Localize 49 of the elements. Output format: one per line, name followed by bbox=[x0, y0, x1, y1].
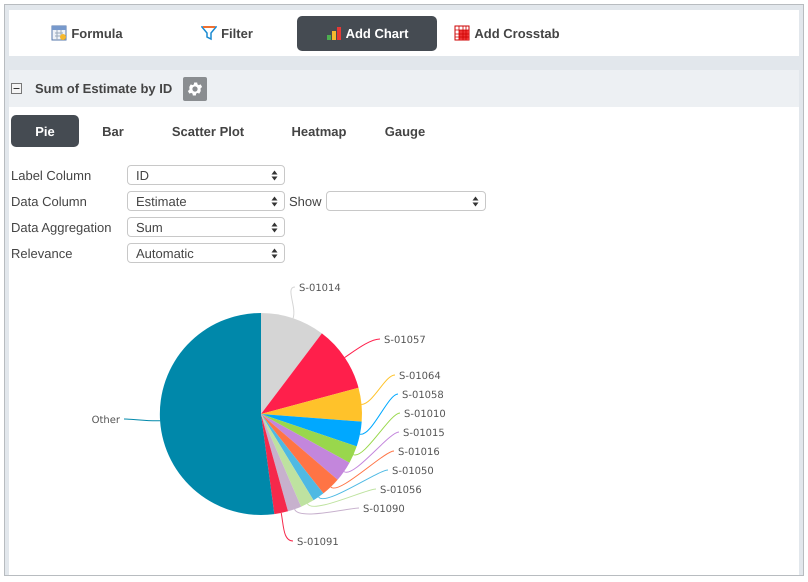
data-label: S-01091 bbox=[297, 537, 339, 548]
field-label: Data Column bbox=[11, 194, 88, 208]
chart-type-tab[interactable]: Scatter Plot bbox=[147, 115, 269, 147]
data-label: S-01010 bbox=[404, 409, 446, 420]
data-label: S-01056 bbox=[380, 485, 422, 496]
stepper-arrows-icon bbox=[472, 196, 479, 206]
select-field[interactable]: Estimate bbox=[127, 191, 285, 211]
toolbar-button[interactable]: Filter bbox=[157, 16, 297, 50]
field-label: Data Aggregation bbox=[11, 220, 112, 234]
calculator-icon bbox=[51, 25, 68, 41]
leader-line bbox=[344, 338, 380, 358]
data-label: Other bbox=[92, 415, 120, 426]
select-field[interactable]: ID bbox=[127, 165, 285, 185]
data-label: S-01058 bbox=[402, 390, 444, 401]
collapse-toggle[interactable] bbox=[11, 83, 22, 94]
leader-line bbox=[124, 418, 161, 422]
bar-chart-icon bbox=[326, 25, 342, 41]
chart-type-tab[interactable]: Gauge bbox=[369, 115, 441, 147]
toolbar-button[interactable]: Formula bbox=[17, 16, 157, 50]
data-label: S-01057 bbox=[384, 335, 426, 346]
data-label: S-01064 bbox=[399, 371, 441, 382]
chart-type-tab[interactable]: Pie bbox=[11, 115, 79, 147]
select-field[interactable] bbox=[326, 191, 486, 211]
leader-line bbox=[361, 374, 396, 405]
grid-icon bbox=[454, 25, 470, 41]
field-label: Label Column bbox=[11, 168, 92, 182]
stepper-arrows-icon bbox=[271, 248, 278, 258]
stepper-arrows-icon bbox=[271, 170, 278, 180]
chart-type-tab[interactable]: Heatmap bbox=[269, 115, 369, 147]
data-label: S-01015 bbox=[403, 428, 445, 439]
toolbar-button[interactable]: Add Crosstab bbox=[437, 16, 577, 50]
data-label: S-01050 bbox=[392, 466, 434, 477]
field-label: Show bbox=[289, 194, 322, 208]
data-label: S-01014 bbox=[299, 283, 341, 294]
settings-button[interactable] bbox=[183, 76, 208, 100]
gear-icon bbox=[186, 80, 204, 98]
stepper-arrows-icon bbox=[271, 222, 278, 232]
panel-title: Sum of Estimate by ID bbox=[35, 81, 172, 96]
leader-line bbox=[352, 412, 400, 456]
data-label: S-01090 bbox=[363, 504, 405, 515]
select-field[interactable]: Automatic bbox=[127, 243, 285, 263]
field-label: Relevance bbox=[11, 246, 74, 260]
toolbar-button[interactable]: Add Chart bbox=[297, 16, 437, 50]
data-label: S-01016 bbox=[398, 447, 440, 458]
select-field[interactable]: Sum bbox=[127, 217, 285, 237]
chart-type-tab[interactable]: Bar bbox=[79, 115, 147, 147]
funnel-icon bbox=[201, 25, 218, 41]
leader-line bbox=[290, 286, 296, 319]
stepper-arrows-icon bbox=[271, 196, 278, 206]
